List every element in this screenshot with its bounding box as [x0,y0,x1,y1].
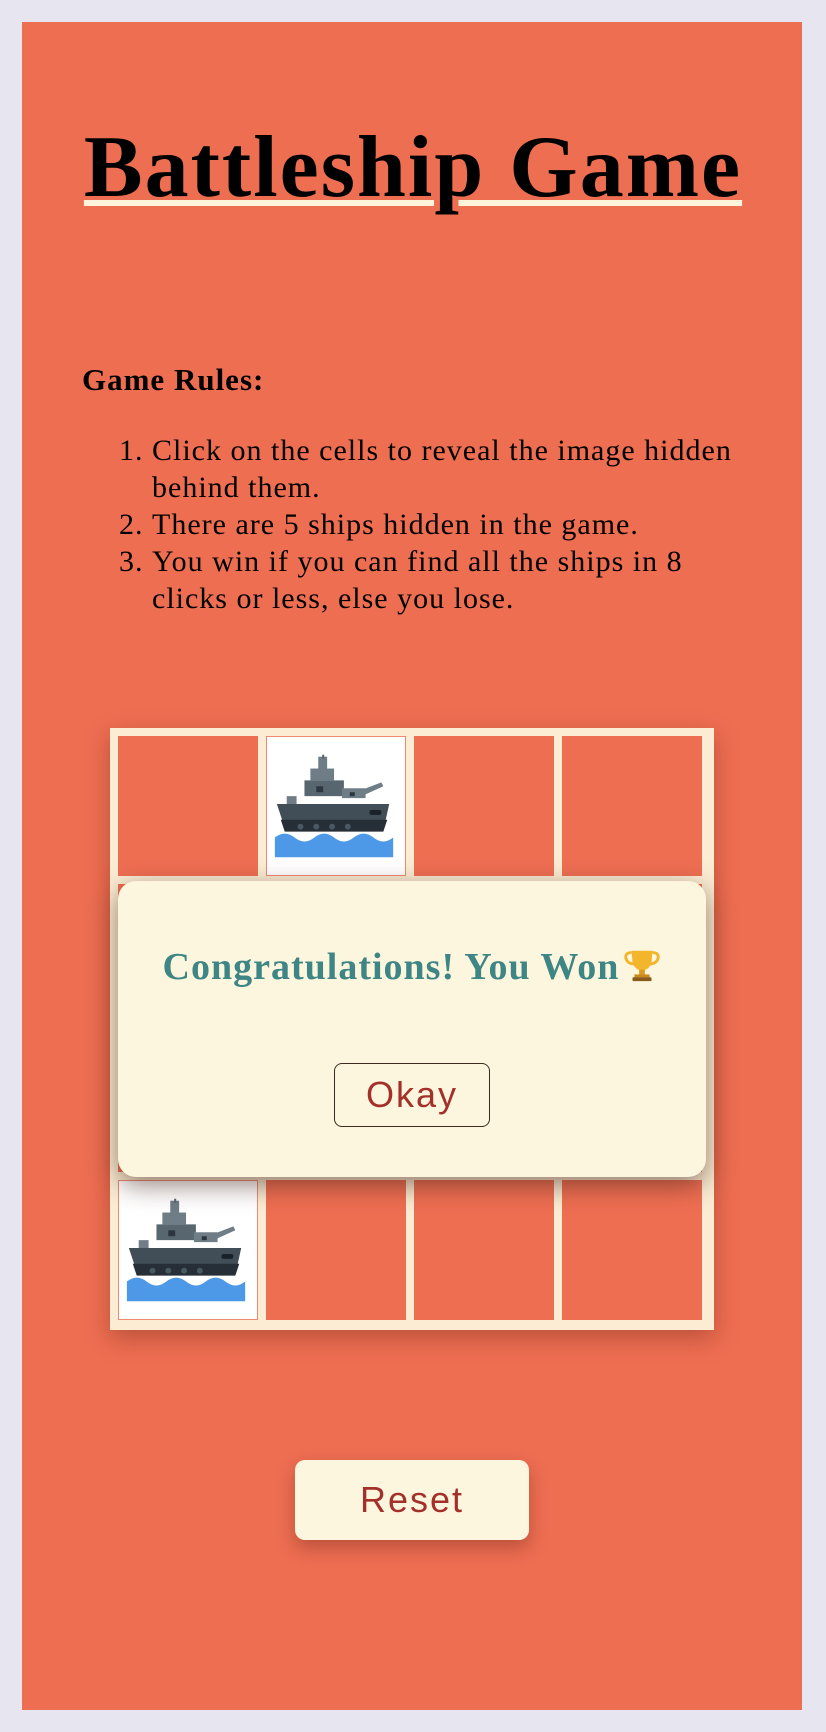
board-cell[interactable] [414,1180,554,1320]
win-message: Congratulations! You Won [118,941,706,997]
board-cell[interactable] [562,1180,702,1320]
rule-item: You win if you can find all the ships in… [152,543,762,617]
rule-item: Click on the cells to reveal the image h… [152,432,762,506]
board-cell[interactable] [266,1180,406,1320]
board-cell[interactable] [414,736,554,876]
win-dialog: Congratulations! You Won Okay [118,881,706,1177]
board-cell-revealed[interactable] [118,1180,258,1320]
page-title: Battleship Game [83,119,743,216]
trophy-icon [623,945,661,997]
rules-heading: Game Rules: [82,362,265,397]
battleship-icon [126,1198,246,1302]
rules-list: Click on the cells to reveal the image h… [82,432,762,617]
battleship-icon [274,754,394,858]
board-cell[interactable] [118,736,258,876]
rule-item: There are 5 ships hidden in the game. [152,506,762,543]
board-cell-revealed[interactable] [266,736,406,876]
win-message-text: Congratulations! You Won [162,946,620,988]
board-cell[interactable] [562,736,702,876]
okay-button[interactable]: Okay [334,1063,490,1127]
reset-button[interactable]: Reset [295,1460,529,1540]
